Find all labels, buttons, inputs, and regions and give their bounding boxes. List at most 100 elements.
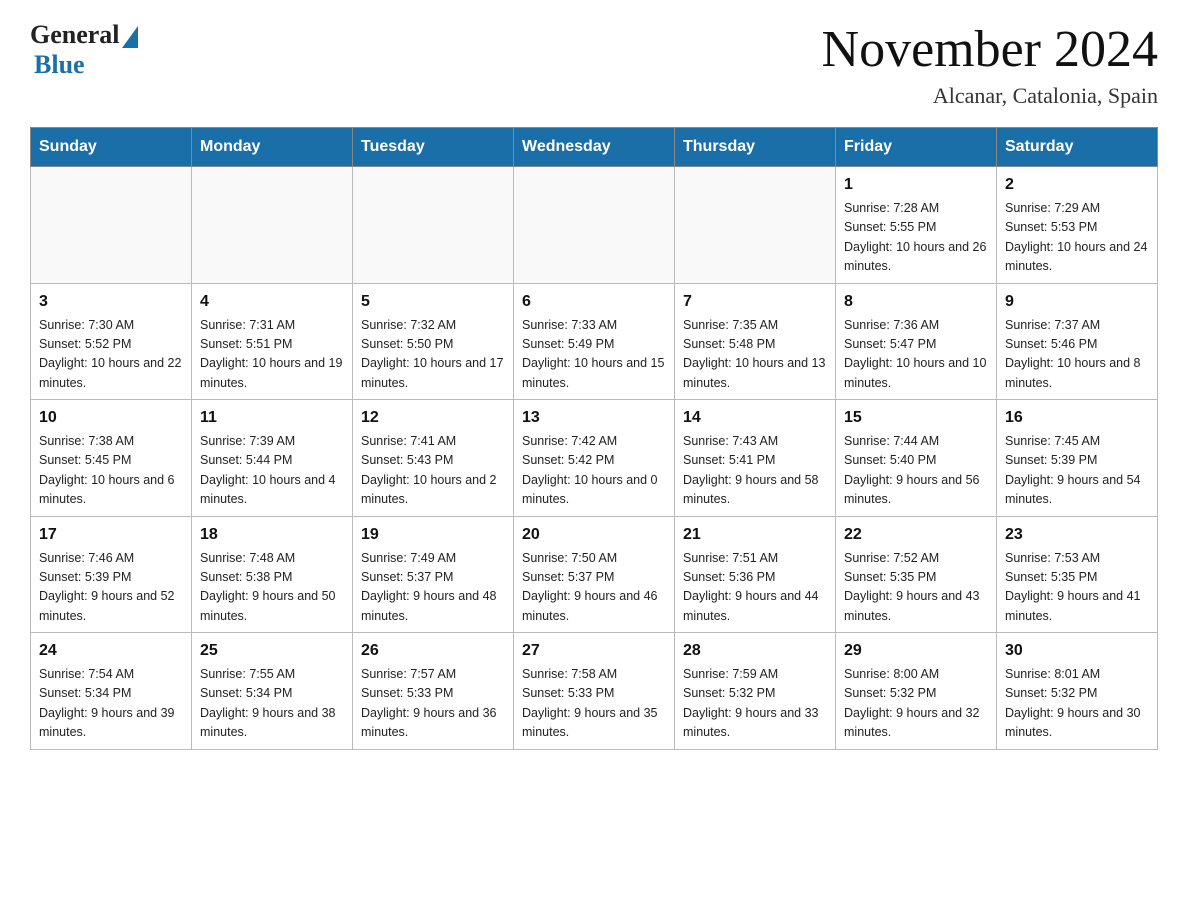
day-number: 6 (522, 290, 666, 314)
logo-blue-text: Blue (34, 50, 85, 80)
column-header-monday: Monday (192, 128, 353, 167)
calendar-week-row: 17Sunrise: 7:46 AM Sunset: 5:39 PM Dayli… (31, 516, 1158, 633)
calendar-cell: 17Sunrise: 7:46 AM Sunset: 5:39 PM Dayli… (31, 516, 192, 633)
day-info: Sunrise: 7:51 AM Sunset: 5:36 PM Dayligh… (683, 549, 827, 627)
calendar-cell: 25Sunrise: 7:55 AM Sunset: 5:34 PM Dayli… (192, 633, 353, 750)
day-number: 2 (1005, 173, 1149, 197)
day-info: Sunrise: 8:01 AM Sunset: 5:32 PM Dayligh… (1005, 665, 1149, 743)
calendar-cell: 29Sunrise: 8:00 AM Sunset: 5:32 PM Dayli… (836, 633, 997, 750)
calendar-cell: 26Sunrise: 7:57 AM Sunset: 5:33 PM Dayli… (353, 633, 514, 750)
column-header-sunday: Sunday (31, 128, 192, 167)
calendar-cell: 1Sunrise: 7:28 AM Sunset: 5:55 PM Daylig… (836, 167, 997, 284)
column-header-thursday: Thursday (675, 128, 836, 167)
day-info: Sunrise: 7:37 AM Sunset: 5:46 PM Dayligh… (1005, 316, 1149, 394)
day-info: Sunrise: 7:29 AM Sunset: 5:53 PM Dayligh… (1005, 199, 1149, 277)
day-number: 17 (39, 523, 183, 547)
calendar-cell: 16Sunrise: 7:45 AM Sunset: 5:39 PM Dayli… (997, 400, 1158, 517)
day-number: 23 (1005, 523, 1149, 547)
logo-general-text: General (30, 20, 120, 50)
day-number: 19 (361, 523, 505, 547)
day-number: 25 (200, 639, 344, 663)
logo: General Blue (30, 20, 138, 80)
calendar-cell: 10Sunrise: 7:38 AM Sunset: 5:45 PM Dayli… (31, 400, 192, 517)
day-info: Sunrise: 7:52 AM Sunset: 5:35 PM Dayligh… (844, 549, 988, 627)
calendar-cell: 13Sunrise: 7:42 AM Sunset: 5:42 PM Dayli… (514, 400, 675, 517)
day-info: Sunrise: 7:50 AM Sunset: 5:37 PM Dayligh… (522, 549, 666, 627)
day-number: 5 (361, 290, 505, 314)
calendar-week-row: 3Sunrise: 7:30 AM Sunset: 5:52 PM Daylig… (31, 283, 1158, 400)
day-info: Sunrise: 7:41 AM Sunset: 5:43 PM Dayligh… (361, 432, 505, 510)
calendar-cell: 14Sunrise: 7:43 AM Sunset: 5:41 PM Dayli… (675, 400, 836, 517)
column-header-tuesday: Tuesday (353, 128, 514, 167)
day-number: 1 (844, 173, 988, 197)
calendar-cell: 3Sunrise: 7:30 AM Sunset: 5:52 PM Daylig… (31, 283, 192, 400)
calendar-cell (192, 167, 353, 284)
day-info: Sunrise: 7:58 AM Sunset: 5:33 PM Dayligh… (522, 665, 666, 743)
calendar-cell: 2Sunrise: 7:29 AM Sunset: 5:53 PM Daylig… (997, 167, 1158, 284)
page-header: General Blue November 2024 Alcanar, Cata… (30, 20, 1158, 109)
day-number: 27 (522, 639, 666, 663)
day-info: Sunrise: 7:39 AM Sunset: 5:44 PM Dayligh… (200, 432, 344, 510)
calendar-cell: 5Sunrise: 7:32 AM Sunset: 5:50 PM Daylig… (353, 283, 514, 400)
calendar-cell: 9Sunrise: 7:37 AM Sunset: 5:46 PM Daylig… (997, 283, 1158, 400)
column-header-wednesday: Wednesday (514, 128, 675, 167)
day-number: 30 (1005, 639, 1149, 663)
calendar-week-row: 10Sunrise: 7:38 AM Sunset: 5:45 PM Dayli… (31, 400, 1158, 517)
calendar-cell: 22Sunrise: 7:52 AM Sunset: 5:35 PM Dayli… (836, 516, 997, 633)
calendar-cell: 27Sunrise: 7:58 AM Sunset: 5:33 PM Dayli… (514, 633, 675, 750)
day-info: Sunrise: 7:46 AM Sunset: 5:39 PM Dayligh… (39, 549, 183, 627)
title-area: November 2024 Alcanar, Catalonia, Spain (822, 20, 1158, 109)
calendar-cell (353, 167, 514, 284)
day-number: 16 (1005, 406, 1149, 430)
day-info: Sunrise: 7:59 AM Sunset: 5:32 PM Dayligh… (683, 665, 827, 743)
column-header-friday: Friday (836, 128, 997, 167)
calendar-cell: 12Sunrise: 7:41 AM Sunset: 5:43 PM Dayli… (353, 400, 514, 517)
calendar-cell (514, 167, 675, 284)
day-number: 21 (683, 523, 827, 547)
day-info: Sunrise: 7:42 AM Sunset: 5:42 PM Dayligh… (522, 432, 666, 510)
day-info: Sunrise: 7:32 AM Sunset: 5:50 PM Dayligh… (361, 316, 505, 394)
calendar-title: November 2024 (822, 20, 1158, 79)
calendar-cell: 6Sunrise: 7:33 AM Sunset: 5:49 PM Daylig… (514, 283, 675, 400)
day-number: 9 (1005, 290, 1149, 314)
day-number: 14 (683, 406, 827, 430)
day-number: 8 (844, 290, 988, 314)
calendar-cell: 24Sunrise: 7:54 AM Sunset: 5:34 PM Dayli… (31, 633, 192, 750)
calendar-cell (31, 167, 192, 284)
calendar-header-row: SundayMondayTuesdayWednesdayThursdayFrid… (31, 128, 1158, 167)
day-info: Sunrise: 7:28 AM Sunset: 5:55 PM Dayligh… (844, 199, 988, 277)
day-info: Sunrise: 7:35 AM Sunset: 5:48 PM Dayligh… (683, 316, 827, 394)
calendar-table: SundayMondayTuesdayWednesdayThursdayFrid… (30, 127, 1158, 750)
day-number: 18 (200, 523, 344, 547)
day-number: 7 (683, 290, 827, 314)
calendar-cell: 19Sunrise: 7:49 AM Sunset: 5:37 PM Dayli… (353, 516, 514, 633)
calendar-week-row: 1Sunrise: 7:28 AM Sunset: 5:55 PM Daylig… (31, 167, 1158, 284)
day-info: Sunrise: 7:43 AM Sunset: 5:41 PM Dayligh… (683, 432, 827, 510)
day-number: 29 (844, 639, 988, 663)
day-info: Sunrise: 7:38 AM Sunset: 5:45 PM Dayligh… (39, 432, 183, 510)
column-header-saturday: Saturday (997, 128, 1158, 167)
day-info: Sunrise: 7:53 AM Sunset: 5:35 PM Dayligh… (1005, 549, 1149, 627)
calendar-cell: 18Sunrise: 7:48 AM Sunset: 5:38 PM Dayli… (192, 516, 353, 633)
day-number: 22 (844, 523, 988, 547)
day-number: 10 (39, 406, 183, 430)
day-info: Sunrise: 8:00 AM Sunset: 5:32 PM Dayligh… (844, 665, 988, 743)
day-number: 4 (200, 290, 344, 314)
day-info: Sunrise: 7:57 AM Sunset: 5:33 PM Dayligh… (361, 665, 505, 743)
day-info: Sunrise: 7:31 AM Sunset: 5:51 PM Dayligh… (200, 316, 344, 394)
day-number: 24 (39, 639, 183, 663)
calendar-cell: 15Sunrise: 7:44 AM Sunset: 5:40 PM Dayli… (836, 400, 997, 517)
day-number: 12 (361, 406, 505, 430)
day-info: Sunrise: 7:44 AM Sunset: 5:40 PM Dayligh… (844, 432, 988, 510)
day-info: Sunrise: 7:54 AM Sunset: 5:34 PM Dayligh… (39, 665, 183, 743)
calendar-subtitle: Alcanar, Catalonia, Spain (822, 83, 1158, 109)
calendar-cell: 7Sunrise: 7:35 AM Sunset: 5:48 PM Daylig… (675, 283, 836, 400)
day-number: 28 (683, 639, 827, 663)
calendar-cell: 30Sunrise: 8:01 AM Sunset: 5:32 PM Dayli… (997, 633, 1158, 750)
day-info: Sunrise: 7:36 AM Sunset: 5:47 PM Dayligh… (844, 316, 988, 394)
calendar-cell: 4Sunrise: 7:31 AM Sunset: 5:51 PM Daylig… (192, 283, 353, 400)
calendar-cell: 28Sunrise: 7:59 AM Sunset: 5:32 PM Dayli… (675, 633, 836, 750)
day-number: 26 (361, 639, 505, 663)
day-info: Sunrise: 7:45 AM Sunset: 5:39 PM Dayligh… (1005, 432, 1149, 510)
calendar-week-row: 24Sunrise: 7:54 AM Sunset: 5:34 PM Dayli… (31, 633, 1158, 750)
